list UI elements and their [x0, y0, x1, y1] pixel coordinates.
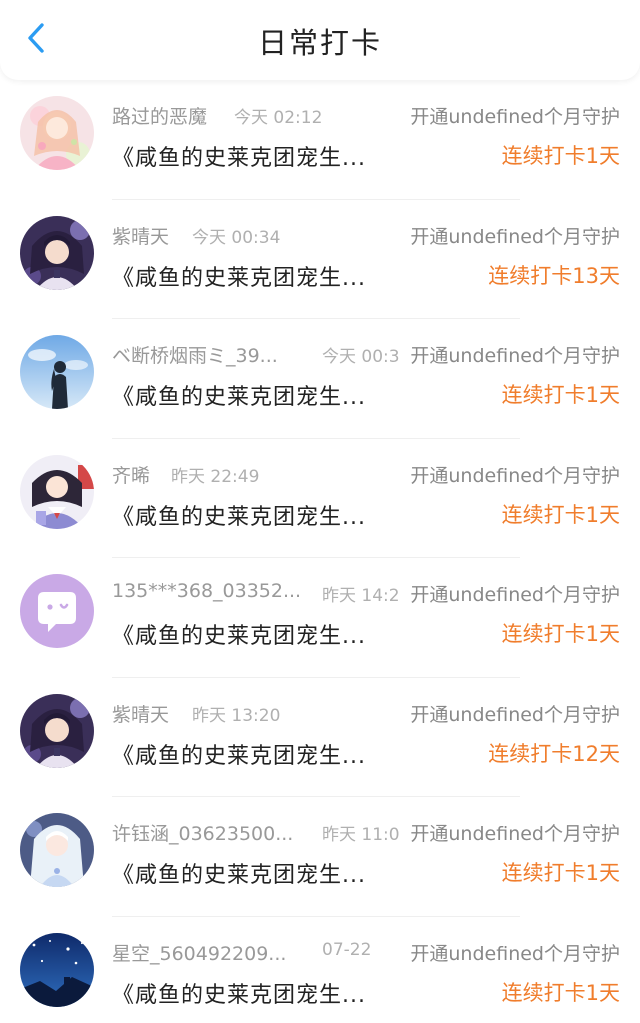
streak-label: 连续打卡12天: [488, 741, 620, 766]
guard-status: 开通undefined个月守护: [408, 221, 620, 249]
checkin-row[interactable]: 紫晴天 昨天 13:20 开通undefined个月守护 《咸鱼的史莱克团宠生.…: [0, 678, 640, 797]
guard-status: 开通undefined个月守护: [408, 819, 620, 846]
anime-girl-pink-avatar[interactable]: [20, 96, 94, 170]
streak-label: 连续打卡1天: [501, 144, 620, 168]
checkin-time: 今天 02:12: [234, 108, 323, 128]
row-meta: 紫晴天 昨天 13:20 开通undefined个月守护: [112, 699, 632, 727]
username[interactable]: 紫晴天: [112, 222, 169, 249]
row-meta: 许钰涵_03623500... 昨天 11:0 开通undefined个月守护: [112, 819, 632, 846]
book-title[interactable]: 《咸鱼的史莱克团宠生...: [112, 618, 366, 650]
streak-label: 连续打卡1天: [501, 861, 620, 885]
guard-status: 开通undefined个月守护: [408, 460, 620, 488]
row-meta: 路过的恶魔 今天 02:12 开通undefined个月守护: [112, 102, 632, 129]
streak-label: 连续打卡1天: [501, 622, 620, 646]
silhouette-sky-avatar[interactable]: [20, 335, 94, 409]
checkin-time: 昨天 13:20: [192, 705, 281, 726]
default-chat-avatar[interactable]: [20, 574, 94, 648]
anime-girl-dark-hair-avatar[interactable]: [20, 215, 94, 290]
checkin-list: 路过的恶魔 今天 02:12 开通undefined个月守护 《咸鱼的史莱克团宠…: [0, 80, 640, 1023]
guard-status: 开通undefined个月守护: [408, 102, 620, 129]
username[interactable]: 135***368_03352...: [112, 580, 301, 602]
checkin-time: 今天 00:34: [192, 227, 281, 248]
checkin-row[interactable]: 路过的恶魔 今天 02:12 开通undefined个月守护 《咸鱼的史莱克团宠…: [0, 80, 640, 200]
book-title[interactable]: 《咸鱼的史莱克团宠生...: [112, 977, 366, 1009]
streak-label: 连续打卡13天: [488, 263, 620, 288]
checkin-time: 昨天 11:0: [322, 825, 400, 845]
book-title[interactable]: 《咸鱼的史莱克团宠生...: [112, 738, 366, 770]
checkin-row[interactable]: 许钰涵_03623500... 昨天 11:0 开通undefined个月守护 …: [0, 797, 640, 917]
streak-label: 连续打卡1天: [501, 383, 620, 407]
anime-girl-uniform-avatar[interactable]: [20, 454, 94, 529]
streak-label: 连续打卡1天: [501, 502, 620, 527]
checkin-row[interactable]: 星空_560492209... 07-22 开通undefined个月守护 《咸…: [0, 917, 640, 1023]
checkin-time: 昨天 14:2: [322, 586, 400, 606]
guard-status: 开通undefined个月守护: [408, 938, 620, 966]
checkin-row[interactable]: 紫晴天 今天 00:34 开通undefined个月守护 《咸鱼的史莱克团宠生.…: [0, 200, 640, 319]
row-meta: ベ断桥烟雨ミ_39... 今天 00:3 开通undefined个月守护: [112, 341, 632, 368]
username[interactable]: 路过的恶魔: [112, 102, 207, 129]
guard-status: 开通undefined个月守护: [408, 341, 620, 368]
book-title[interactable]: 《咸鱼的史莱克团宠生...: [112, 260, 366, 292]
checkin-time: 昨天 22:49: [171, 466, 260, 487]
row-meta: 135***368_03352... 昨天 14:2 开通undefined个月…: [112, 580, 632, 607]
username[interactable]: 许钰涵_03623500...: [112, 819, 293, 846]
guard-status: 开通undefined个月守护: [408, 699, 620, 727]
row-meta: 星空_560492209... 07-22 开通undefined个月守护: [112, 938, 632, 966]
book-title[interactable]: 《咸鱼的史莱克团宠生...: [112, 499, 366, 531]
checkin-time: 今天 00:3: [322, 347, 400, 367]
anime-girl-white-hair-avatar[interactable]: [20, 813, 94, 887]
username[interactable]: 星空_560492209...: [112, 939, 286, 966]
username[interactable]: 紫晴天: [112, 700, 169, 727]
checkin-row[interactable]: 135***368_03352... 昨天 14:2 开通undefined个月…: [0, 558, 640, 678]
streak-label: 连续打卡1天: [501, 980, 620, 1005]
top-bar: 日常打卡: [0, 0, 640, 80]
checkin-row[interactable]: ベ断桥烟雨ミ_39... 今天 00:3 开通undefined个月守护 《咸鱼…: [0, 319, 640, 439]
anime-girl-dark-hair-avatar[interactable]: [20, 693, 94, 768]
guard-status: 开通undefined个月守护: [408, 580, 620, 607]
checkin-time: 07-22: [322, 939, 372, 960]
book-title[interactable]: 《咸鱼的史莱克团宠生...: [112, 140, 366, 172]
row-meta: 紫晴天 今天 00:34 开通undefined个月守护: [112, 221, 632, 249]
page-title: 日常打卡: [257, 26, 382, 60]
username[interactable]: 齐晞: [112, 461, 150, 488]
row-meta: 齐晞 昨天 22:49 开通undefined个月守护: [112, 460, 632, 488]
book-title[interactable]: 《咸鱼的史莱克团宠生...: [112, 857, 366, 889]
checkin-row[interactable]: 齐晞 昨天 22:49 开通undefined个月守护 《咸鱼的史莱克团宠生..…: [0, 439, 640, 558]
book-title[interactable]: 《咸鱼的史莱克团宠生...: [112, 379, 366, 411]
username[interactable]: ベ断桥烟雨ミ_39...: [112, 341, 278, 368]
starry-night-avatar[interactable]: [20, 932, 94, 1007]
